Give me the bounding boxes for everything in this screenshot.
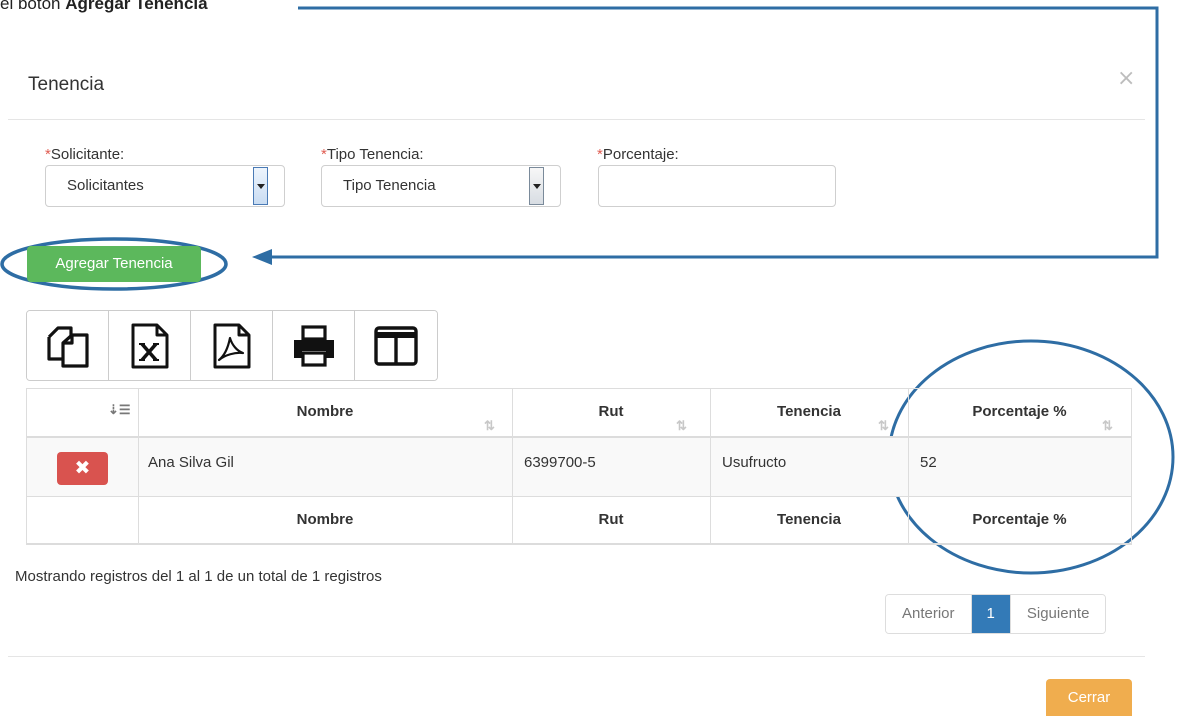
printer-icon [293, 324, 334, 367]
header-porcentaje[interactable]: Porcentaje % ⇅ [908, 388, 1131, 436]
pagination-prev[interactable]: Anterior [886, 595, 971, 633]
annotation-bracket-line [270, 6, 1159, 259]
header-nombre[interactable]: Nombre ⇅ [138, 388, 512, 436]
copy-icon [46, 325, 89, 368]
sort-icon: ⇅ [878, 418, 889, 433]
pdf-file-icon [213, 323, 250, 368]
columns-button[interactable] [355, 311, 437, 380]
close-icon[interactable]: × [1117, 66, 1135, 91]
modal-title: Tenencia [28, 74, 105, 95]
close-icon: ✖ [74, 457, 91, 479]
table-bottom-border [26, 543, 1132, 545]
tipo-tenencia-select-value: Tipo Tenencia [343, 177, 436, 194]
table-info: Mostrando registros del 1 al 1 de un tot… [15, 568, 382, 585]
annotation-arrowhead [252, 249, 272, 265]
tipo-tenencia-select[interactable]: Tipo Tenencia [321, 165, 561, 207]
dropdown-arrow-icon[interactable] [529, 167, 544, 205]
tipo-tenencia-label-text: Tipo Tenencia: [326, 146, 424, 163]
delete-button[interactable]: ✖ [57, 452, 108, 485]
porcentaje-label: *Porcentaje: [597, 146, 679, 163]
pagination-next[interactable]: Siguiente [1009, 595, 1106, 633]
header-porcentaje-text: Porcentaje % [972, 403, 1067, 420]
cerrar-button[interactable]: Cerrar [1046, 679, 1132, 716]
header-action[interactable]: ⇣☰ [26, 388, 138, 436]
print-button[interactable] [273, 311, 355, 380]
solicitante-label-text: Solicitante: [50, 146, 125, 163]
header-nombre-text: Nombre [296, 403, 354, 420]
excel-file-icon [131, 323, 168, 368]
pagination: Anterior 1 Siguiente [885, 594, 1107, 634]
footer-rut: Rut [598, 511, 624, 528]
column-divider [1131, 388, 1132, 545]
solicitante-select-value: Solicitantes [67, 177, 144, 194]
header-divider [8, 119, 1145, 120]
solicitante-label: *Solicitante: [45, 146, 124, 163]
pdf-button[interactable] [191, 311, 273, 380]
cell-porcentaje: 52 [920, 454, 937, 471]
cell-rut: 6399700-5 [524, 454, 596, 471]
solicitante-select[interactable]: Solicitantes [45, 165, 285, 207]
porcentaje-label-text: Porcentaje: [602, 146, 679, 163]
cell-nombre: Ana Silva Gil [148, 454, 234, 471]
porcentaje-input[interactable] [598, 165, 836, 207]
excel-button[interactable] [109, 311, 191, 380]
sort-icon: ⇅ [484, 418, 495, 433]
footer-tenencia: Tenencia [777, 511, 841, 528]
dropdown-arrow-icon[interactable] [253, 167, 268, 205]
footer-porcentaje: Porcentaje % [972, 511, 1067, 528]
header-tenencia[interactable]: Tenencia ⇅ [710, 388, 908, 436]
export-toolbar [26, 310, 438, 381]
tipo-tenencia-label: *Tipo Tenencia: [321, 146, 424, 163]
sort-active-icon: ⇣☰ [108, 402, 131, 417]
header-rut-text: Rut [598, 403, 624, 420]
columns-icon [374, 325, 418, 366]
pagination-page-1[interactable]: 1 [970, 595, 1010, 633]
footer-divider [8, 656, 1145, 657]
agregar-tenencia-button[interactable]: Agregar Tenencia [27, 246, 201, 282]
header-tenencia-text: Tenencia [777, 403, 841, 420]
header-rut[interactable]: Rut ⇅ [512, 388, 710, 436]
sort-icon: ⇅ [1102, 418, 1113, 433]
cell-tenencia: Usufructo [722, 454, 787, 471]
sort-icon: ⇅ [676, 418, 687, 433]
footer-nombre: Nombre [296, 511, 354, 528]
copy-button[interactable] [27, 311, 109, 380]
